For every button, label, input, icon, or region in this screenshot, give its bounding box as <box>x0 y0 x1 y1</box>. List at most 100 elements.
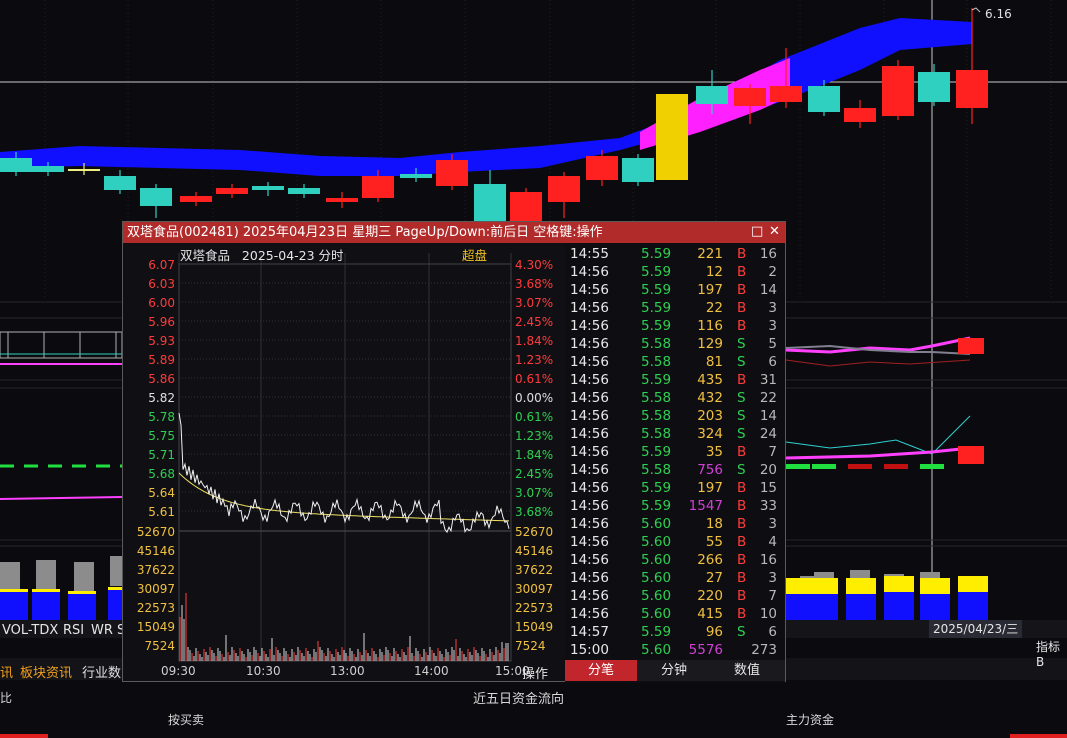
tick-count: 2 <box>768 264 777 280</box>
tick-volume: 35 <box>705 444 723 460</box>
popup-title-bar[interactable]: 双塔食品(002481) 2025年04月23日 星期三 PageUp/Down… <box>123 222 785 243</box>
tick-volume: 324 <box>697 426 723 442</box>
tab-ticks[interactable]: 分笔 <box>565 660 637 681</box>
tick-row[interactable]: 14:56 5.59 12 B 2 <box>565 263 785 281</box>
volume-label-right: 15049 <box>515 620 553 634</box>
dash-marker <box>786 464 810 469</box>
tick-time: 14:56 <box>570 390 609 406</box>
price-label: 5.75 <box>148 429 175 443</box>
intraday-chart[interactable]: 6.07 6.03 6.00 5.96 5.93 5.89 5.86 5.82 5.78 5.75… <box>123 243 563 683</box>
tick-row[interactable]: 14:56 5.59 197 B 15 <box>565 479 785 497</box>
tick-row[interactable]: 14:56 5.58 756 S 20 <box>565 461 785 479</box>
tick-price: 5.59 <box>641 624 672 640</box>
tick-row[interactable]: 14:56 5.59 197 B 14 <box>565 281 785 299</box>
candle-body <box>140 188 172 206</box>
candle-body <box>918 72 950 102</box>
tick-side: B <box>737 300 747 316</box>
tick-volume: 12 <box>705 264 723 280</box>
super-badge[interactable]: 超盘 <box>462 245 487 264</box>
tick-side: S <box>737 462 746 478</box>
volume-label-left: 22573 <box>137 601 175 615</box>
tick-row[interactable]: 14:56 5.60 55 B 4 <box>565 533 785 551</box>
candle-body <box>696 86 728 104</box>
candle-body <box>956 70 988 108</box>
tick-row[interactable]: 14:56 5.58 81 S 6 <box>565 353 785 371</box>
tab-value[interactable]: 数值 <box>711 660 783 681</box>
lower-tab-industry[interactable]: 行业数 <box>82 662 121 681</box>
tick-row[interactable]: 14:57 5.59 96 S 6 <box>565 623 785 641</box>
volume-label-right: 45146 <box>515 544 553 558</box>
tick-count: 6 <box>768 624 777 640</box>
op-button[interactable]: 操作 <box>522 663 548 682</box>
tick-row[interactable]: 14:56 5.58 203 S 14 <box>565 407 785 425</box>
tick-row[interactable]: 14:56 5.59 1547 B 33 <box>565 497 785 515</box>
volume-bar-gray <box>36 560 56 590</box>
tick-row[interactable]: 14:56 5.60 220 B 7 <box>565 587 785 605</box>
tab-rsi[interactable]: RSI <box>63 622 84 640</box>
tab-vol-tdx[interactable]: VOL-TDX <box>2 622 58 640</box>
buy-sell-label: 按买卖 <box>168 713 205 727</box>
tick-volume: 1547 <box>688 498 723 514</box>
tick-price: 5.58 <box>641 336 672 352</box>
tick-price: 5.59 <box>641 300 672 316</box>
tick-row[interactable]: 14:56 5.60 415 B 10 <box>565 605 785 623</box>
candle-body <box>548 176 580 202</box>
tick-time: 14:56 <box>570 552 609 568</box>
tick-row[interactable]: 14:56 5.59 35 B 7 <box>565 443 785 461</box>
candle-body <box>844 108 876 122</box>
close-icon[interactable]: ✕ <box>769 225 780 238</box>
lower-tab-xun[interactable]: 讯 <box>0 662 13 681</box>
tick-count: 14 <box>759 282 777 298</box>
tab-wr[interactable]: WR <box>91 622 113 640</box>
intraday-popup-window[interactable]: 双塔食品(002481) 2025年04月23日 星期三 PageUp/Down… <box>122 221 786 683</box>
tick-volume: 129 <box>697 336 723 352</box>
volume-label-left: 52670 <box>137 525 175 539</box>
tick-count: 31 <box>759 372 777 388</box>
indicator-b-tab[interactable]: 指标B <box>1036 638 1067 669</box>
volume-label-right: 52670 <box>515 525 553 539</box>
tick-list[interactable]: 14:55 5.59 221 B 16 14:56 5.59 12 B 2 14:56 5.59 197… <box>565 243 785 683</box>
tick-side: B <box>737 372 747 388</box>
indicator-line <box>785 415 971 455</box>
candle-body <box>68 169 100 171</box>
tick-row[interactable]: 14:56 5.58 432 S 22 <box>565 389 785 407</box>
percent-label: 0.61% <box>515 372 553 386</box>
tick-row[interactable]: 14:56 5.60 18 B 3 <box>565 515 785 533</box>
tick-volume: 221 <box>697 246 723 262</box>
tab-minute[interactable]: 分钟 <box>638 660 710 681</box>
tick-count: 6 <box>768 354 777 370</box>
tick-row[interactable]: 14:56 5.58 129 S 5 <box>565 335 785 353</box>
volume-bar-gray <box>0 562 20 592</box>
lower-tab-sector-news[interactable]: 板块资讯 <box>20 662 72 681</box>
candle-body <box>770 86 802 102</box>
volume-bar-blue <box>0 592 28 620</box>
tick-row[interactable]: 14:56 5.60 266 B 16 <box>565 551 785 569</box>
volume-label-right: 7524 <box>515 639 546 653</box>
tick-side: S <box>737 426 746 442</box>
volume-bar-gray <box>850 570 870 578</box>
time-label: 14:00 <box>414 664 449 678</box>
tick-price: 5.58 <box>641 462 672 478</box>
restore-icon[interactable]: □ <box>751 225 763 238</box>
volume-label-left: 45146 <box>137 544 175 558</box>
candle-body <box>656 94 688 180</box>
tick-volume: 203 <box>697 408 723 424</box>
tick-row[interactable]: 14:56 5.59 22 B 3 <box>565 299 785 317</box>
tick-row[interactable]: 14:56 5.60 27 B 3 <box>565 569 785 587</box>
tick-price: 5.60 <box>641 606 672 622</box>
bottom-left-fragment: 比 <box>0 691 13 705</box>
five-day-fund-flow-title: 近五日资金流向 <box>473 692 565 707</box>
price-label: 5.86 <box>148 372 175 386</box>
tick-row[interactable]: 15:00 5.60 5576 273 <box>565 641 785 659</box>
volume-label-left: 15049 <box>137 620 175 634</box>
volume-bar-yellow <box>846 578 876 594</box>
tick-side: B <box>737 606 747 622</box>
tick-row[interactable]: 14:56 5.59 116 B 3 <box>565 317 785 335</box>
tick-row[interactable]: 14:55 5.59 221 B 16 <box>565 245 785 263</box>
volume-bar-blue <box>68 594 96 620</box>
tick-price: 5.59 <box>641 444 672 460</box>
tick-row[interactable]: 14:56 5.59 435 B 31 <box>565 371 785 389</box>
indicator-line <box>785 359 971 367</box>
tick-count: 15 <box>759 480 777 496</box>
tick-row[interactable]: 14:56 5.58 324 S 24 <box>565 425 785 443</box>
